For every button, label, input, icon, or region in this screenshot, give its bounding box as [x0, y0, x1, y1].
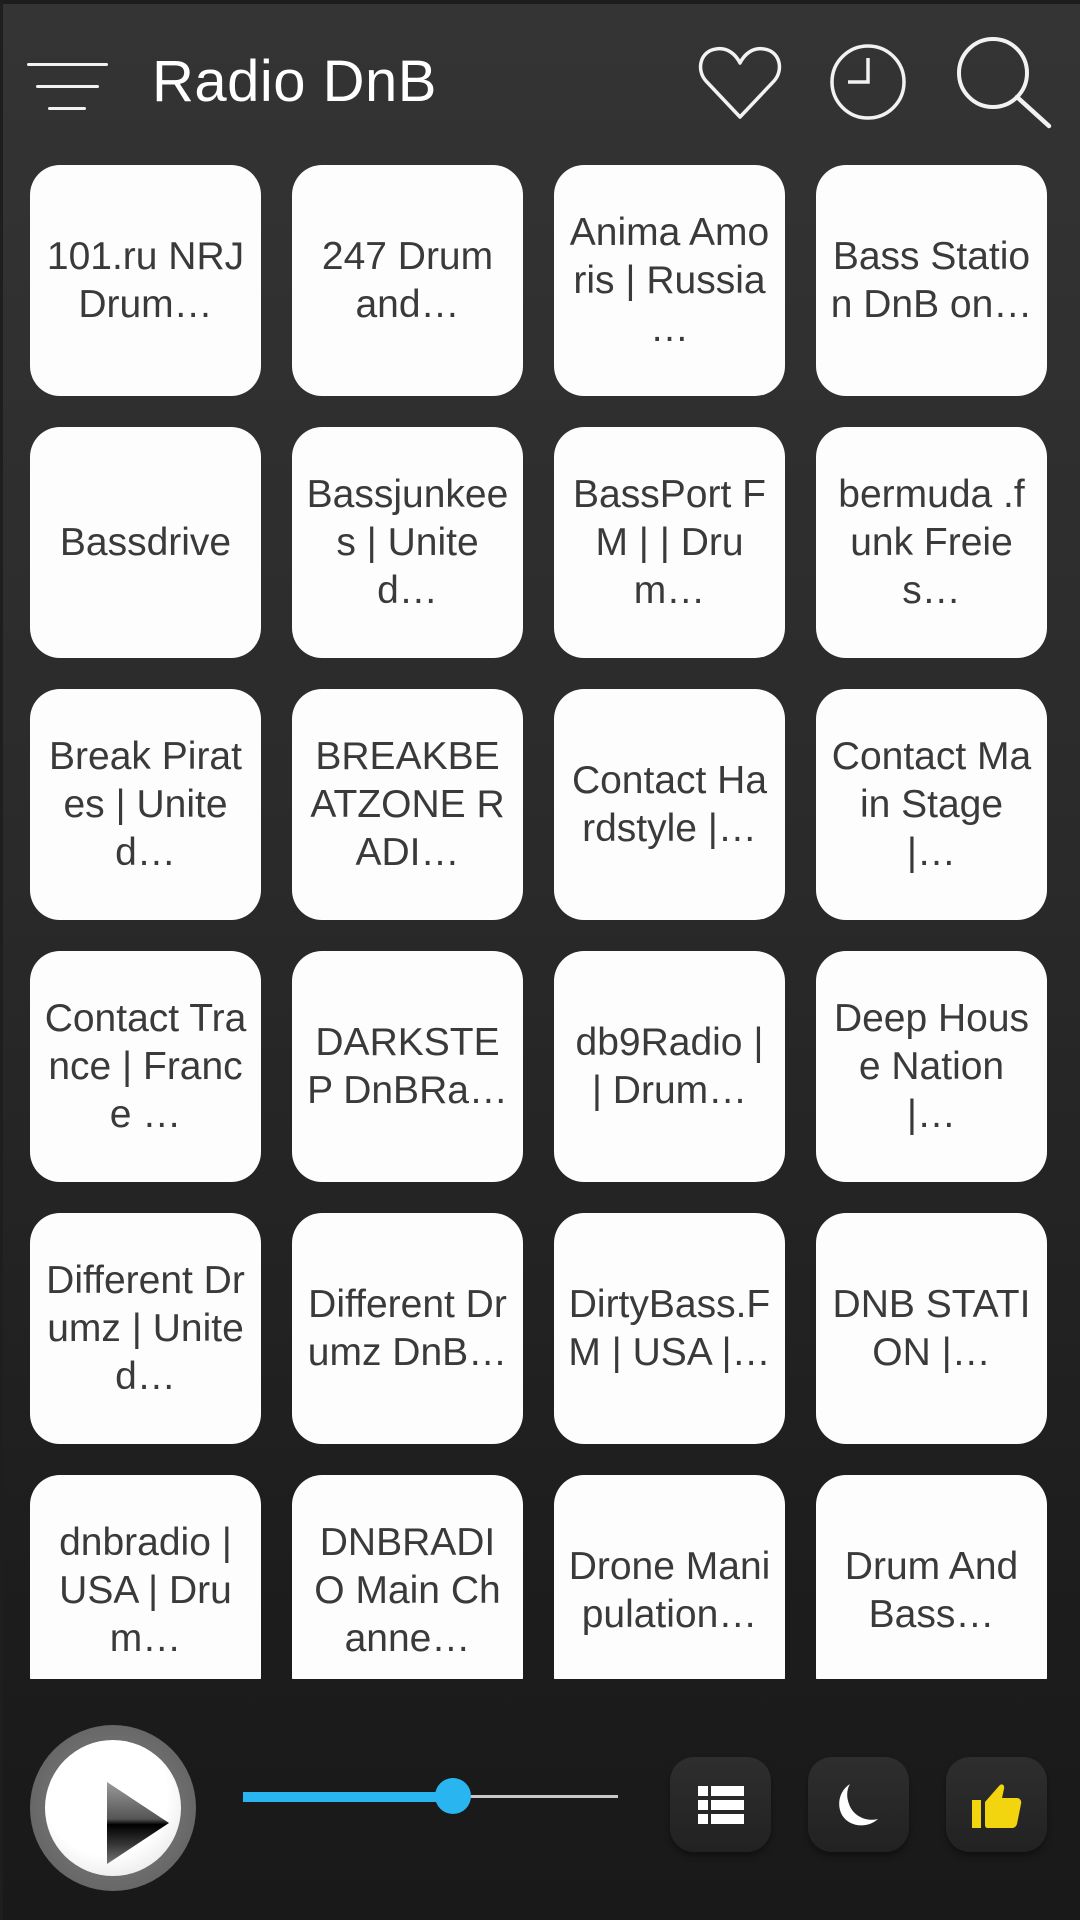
volume-fill	[243, 1792, 453, 1802]
station-name: DNB STATION |…	[832, 1282, 1031, 1374]
station-tile[interactable]: Contact Hardstyle |…	[554, 689, 785, 920]
station-grid-viewport[interactable]: 101.ru NRJ Drum… 247 Drum and… Anima Amo…	[0, 165, 1080, 1679]
station-name: DNBRADIO Main Channe…	[314, 1520, 501, 1660]
station-name: 101.ru NRJ Drum…	[46, 234, 245, 326]
station-name: DARKSTEP DnBRa…	[307, 1020, 508, 1112]
station-tile[interactable]: 101.ru NRJ Drum…	[30, 165, 261, 396]
station-tile[interactable]: db9Radio | | Drum…	[554, 951, 785, 1182]
station-tile[interactable]: Break Pirates | United…	[30, 689, 261, 920]
player-bar	[0, 1700, 1080, 1920]
station-tile[interactable]: Contact Main Stage |…	[816, 689, 1047, 920]
station-name: Drum And Bass…	[844, 1544, 1019, 1636]
station-tile[interactable]: Different Drumz DnB…	[292, 1213, 523, 1444]
station-tile[interactable]: BREAKBEATZONE RADI…	[292, 689, 523, 920]
station-tile[interactable]: Anima Amoris | Russia …	[554, 165, 785, 396]
station-name: Deep House Nation |…	[833, 996, 1030, 1136]
menu-button[interactable]	[24, 55, 114, 115]
station-tile[interactable]: Contact Trance | France …	[30, 951, 261, 1182]
station-name: Contact Main Stage |…	[831, 734, 1032, 874]
volume-thumb[interactable]	[435, 1778, 471, 1814]
station-tile[interactable]: Drone Manipulation…	[554, 1475, 785, 1679]
rate-app-button[interactable]	[946, 1757, 1047, 1852]
station-tile[interactable]: DNB STATION |…	[816, 1213, 1047, 1444]
station-name: BREAKBEATZONE RADI…	[310, 734, 505, 874]
search-button[interactable]	[955, 35, 1055, 130]
moon-icon	[838, 1783, 878, 1825]
station-name: bermuda .funk Freies…	[838, 472, 1025, 612]
station-tile[interactable]: Bass Station DnB on…	[816, 165, 1047, 396]
station-list-button[interactable]	[670, 1757, 771, 1852]
station-tile[interactable]: DARKSTEP DnBRa…	[292, 951, 523, 1182]
station-tile[interactable]: Deep House Nation |…	[816, 951, 1047, 1182]
station-name: dnbradio | USA | Drum…	[59, 1520, 232, 1660]
volume-slider[interactable]	[243, 1772, 618, 1822]
station-tile[interactable]: bermuda .funk Freies…	[816, 427, 1047, 658]
station-name: Different Drumz | United…	[46, 1258, 245, 1398]
station-name: 247 Drum and…	[321, 234, 494, 326]
station-grid: 101.ru NRJ Drum… 247 Drum and… Anima Amo…	[30, 165, 1050, 1679]
station-name: BassPort FM | | Drum…	[573, 472, 766, 612]
station-name: Bass Station DnB on…	[830, 234, 1033, 326]
station-name: DirtyBass.FM | USA |…	[568, 1282, 771, 1374]
station-tile[interactable]: Bassdrive	[30, 427, 261, 658]
station-tile[interactable]: 247 Drum and…	[292, 165, 523, 396]
list-icon	[697, 1785, 744, 1824]
station-name: Anima Amoris | Russia …	[569, 210, 770, 350]
favorites-button[interactable]	[698, 45, 782, 120]
station-tile[interactable]: DirtyBass.FM | USA |…	[554, 1213, 785, 1444]
app-header: Radio DnB	[0, 0, 1080, 160]
station-name: Contact Trance | France …	[44, 996, 247, 1136]
station-tile[interactable]: DNBRADIO Main Channe…	[292, 1475, 523, 1679]
station-tile[interactable]: Different Drumz | United…	[30, 1213, 261, 1444]
thumbs-up-icon	[971, 1783, 1021, 1828]
play-button[interactable]	[30, 1725, 196, 1891]
station-tile[interactable]: BassPort FM | | Drum…	[554, 427, 785, 658]
station-name: Contact Hardstyle |…	[571, 758, 768, 850]
clock-icon	[830, 44, 906, 120]
page-title: Radio DnB	[152, 49, 437, 114]
sleep-timer-button[interactable]	[808, 1757, 909, 1852]
search-icon	[957, 37, 1052, 129]
station-name: Bassjunkees | United…	[306, 472, 509, 612]
play-icon	[45, 1740, 181, 1876]
station-name: Bassdrive	[59, 520, 232, 564]
station-name: db9Radio | | Drum…	[575, 1020, 764, 1112]
heart-icon	[698, 46, 782, 119]
station-name: Break Pirates | United…	[49, 734, 242, 874]
history-button[interactable]	[828, 42, 908, 122]
station-name: Drone Manipulation…	[568, 1544, 771, 1636]
station-tile[interactable]: Drum And Bass…	[816, 1475, 1047, 1679]
station-tile[interactable]: dnbradio | USA | Drum…	[30, 1475, 261, 1679]
station-tile[interactable]: Bassjunkees | United…	[292, 427, 523, 658]
station-name: Different Drumz DnB…	[307, 1282, 508, 1374]
